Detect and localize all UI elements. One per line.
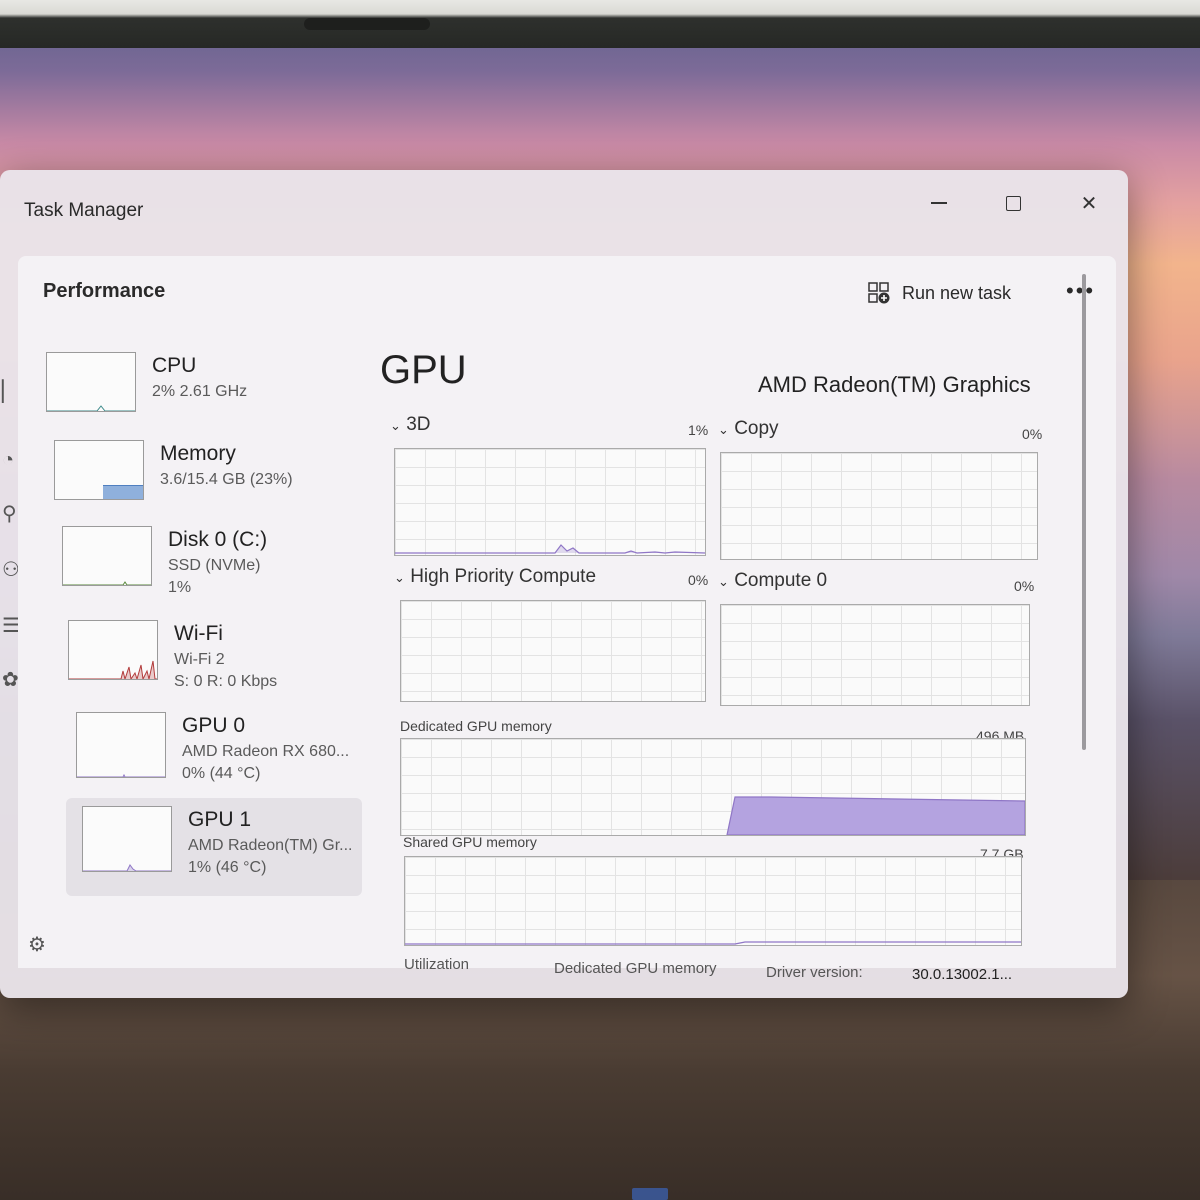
more-options-button[interactable]: ••• — [1066, 278, 1095, 304]
run-new-task-label: Run new task — [902, 282, 1012, 303]
graph-shared-memory — [404, 856, 1022, 946]
engine-selector-compute0[interactable]: ⌄ Compute 0 — [718, 570, 827, 592]
driver-version-value: 30.0.13002.1... — [912, 966, 1013, 983]
disk-spark — [63, 581, 151, 585]
device-detail: 3.6/15.4 GB (23%) — [160, 471, 293, 488]
engine-selector-copy[interactable]: ⌄ Copy — [718, 418, 779, 440]
chevron-down-icon: ⌄ — [718, 422, 729, 437]
page-title: Performance — [43, 280, 166, 302]
device-detail: 2% 2.61 GHz — [152, 383, 248, 400]
shared-memory-area — [405, 941, 1021, 945]
device-name: GPU 1 — [188, 808, 252, 831]
scrollbar[interactable] — [1082, 274, 1086, 750]
engine-label: 3D — [406, 414, 431, 435]
maximize-icon — [1005, 195, 1021, 211]
monitor-bezel — [0, 0, 1200, 48]
device-name: Memory — [160, 442, 236, 465]
webcam-bar — [304, 18, 430, 30]
cpu-thumbnail-graph — [46, 352, 136, 412]
engine-label: Compute 0 — [734, 570, 828, 591]
device-item-memory[interactable]: Memory 3.6/15.4 GB (23%) — [54, 440, 354, 530]
title-bar: Task Manager ✕ — [0, 170, 1128, 250]
device-detail-2: 0% (44 °C) — [182, 765, 261, 782]
engine-percent: 0% — [1022, 426, 1043, 442]
device-detail: AMD Radeon RX 680... — [182, 743, 350, 760]
memory-thumbnail-graph — [54, 440, 144, 500]
device-detail: AMD Radeon(TM) Gr... — [188, 837, 353, 854]
app-title: Task Manager — [24, 200, 144, 221]
engine-percent: 0% — [688, 572, 709, 588]
graph-copy — [720, 452, 1038, 560]
graph-3d-line — [395, 544, 706, 554]
performance-page: Performance Run new task ••• CPU 2% 2.61… — [18, 256, 1116, 983]
utilization-label: Utilization — [404, 956, 470, 973]
device-name: GPU 0 — [182, 714, 246, 737]
minimize-button[interactable] — [916, 188, 962, 218]
engine-percent: 0% — [1014, 578, 1035, 594]
shared-memory-label: Shared GPU memory — [403, 834, 537, 850]
dedicated-memory-label: Dedicated GPU memory — [400, 718, 552, 734]
device-detail-2: S: 0 R: 0 Kbps — [174, 673, 278, 690]
device-detail-2: 1% — [168, 579, 192, 596]
device-name: Wi-Fi — [174, 622, 223, 645]
device-name: Disk 0 (C:) — [168, 528, 268, 551]
chevron-down-icon: ⌄ — [718, 574, 729, 589]
minimize-icon — [931, 202, 947, 204]
gpu-model-name: AMD Radeon(TM) Graphics — [758, 372, 1031, 397]
device-item-wifi[interactable]: Wi-Fi Wi-Fi 2 S: 0 R: 0 Kbps — [68, 620, 368, 710]
run-new-task-button[interactable]: Run new task — [868, 282, 1011, 304]
page-header: Performance Run new task ••• — [18, 256, 1116, 320]
driver-version-label: Driver version: — [766, 964, 863, 981]
dedicated-footer-label: Dedicated GPU memory — [554, 960, 717, 977]
chevron-down-icon: ⌄ — [394, 570, 405, 585]
graph-high-priority-compute — [400, 600, 706, 702]
settings-gear-icon[interactable]: ⚙ — [28, 932, 46, 957]
close-button[interactable]: ✕ — [1066, 188, 1112, 218]
memory-usage-fill — [103, 485, 143, 499]
gpu1-spark — [83, 864, 171, 871]
engine-percent: 1% — [688, 422, 709, 438]
dedicated-memory-area — [726, 796, 1026, 836]
engine-label: Copy — [734, 418, 779, 439]
detail-title: GPU — [380, 348, 467, 392]
engine-selector-high-priority[interactable]: ⌄ High Priority Compute — [394, 566, 596, 588]
taskbar-start-icon[interactable] — [632, 1188, 668, 1200]
maximize-button[interactable] — [990, 188, 1036, 218]
device-item-disk[interactable]: Disk 0 (C:) SSD (NVMe) 1% — [62, 526, 362, 616]
run-task-icon — [868, 282, 890, 304]
device-detail-2: 1% (46 °C) — [188, 859, 267, 876]
device-item-gpu1[interactable]: GPU 1 AMD Radeon(TM) Gr... 1% (46 °C) — [66, 798, 362, 896]
gpu0-spark — [77, 773, 165, 777]
wifi-thumbnail-graph — [68, 620, 158, 680]
task-manager-window: Task Manager ✕ ▏ ◔ ⚲ ⚇ ☰ ✿ Performance R… — [0, 170, 1128, 998]
wifi-spark — [69, 660, 157, 679]
disk-thumbnail-graph — [62, 526, 152, 586]
chevron-down-icon: ⌄ — [390, 418, 401, 433]
graph-compute0 — [720, 604, 1030, 706]
cpu-spark — [47, 405, 135, 411]
gpu1-thumbnail-graph — [82, 806, 172, 872]
graph-dedicated-memory — [400, 738, 1026, 836]
engine-selector-3d[interactable]: ⌄ 3D — [390, 414, 430, 436]
device-item-gpu0[interactable]: GPU 0 AMD Radeon RX 680... 0% (44 °C) — [76, 712, 376, 802]
device-name: CPU — [152, 354, 197, 377]
close-icon: ✕ — [1080, 192, 1098, 215]
device-item-cpu[interactable]: CPU 2% 2.61 GHz — [46, 352, 346, 442]
gpu0-thumbnail-graph — [76, 712, 166, 778]
graph-3d — [394, 448, 706, 556]
device-detail: SSD (NVMe) — [168, 557, 261, 574]
engine-label: High Priority Compute — [410, 566, 597, 587]
device-detail: Wi-Fi 2 — [174, 651, 225, 668]
